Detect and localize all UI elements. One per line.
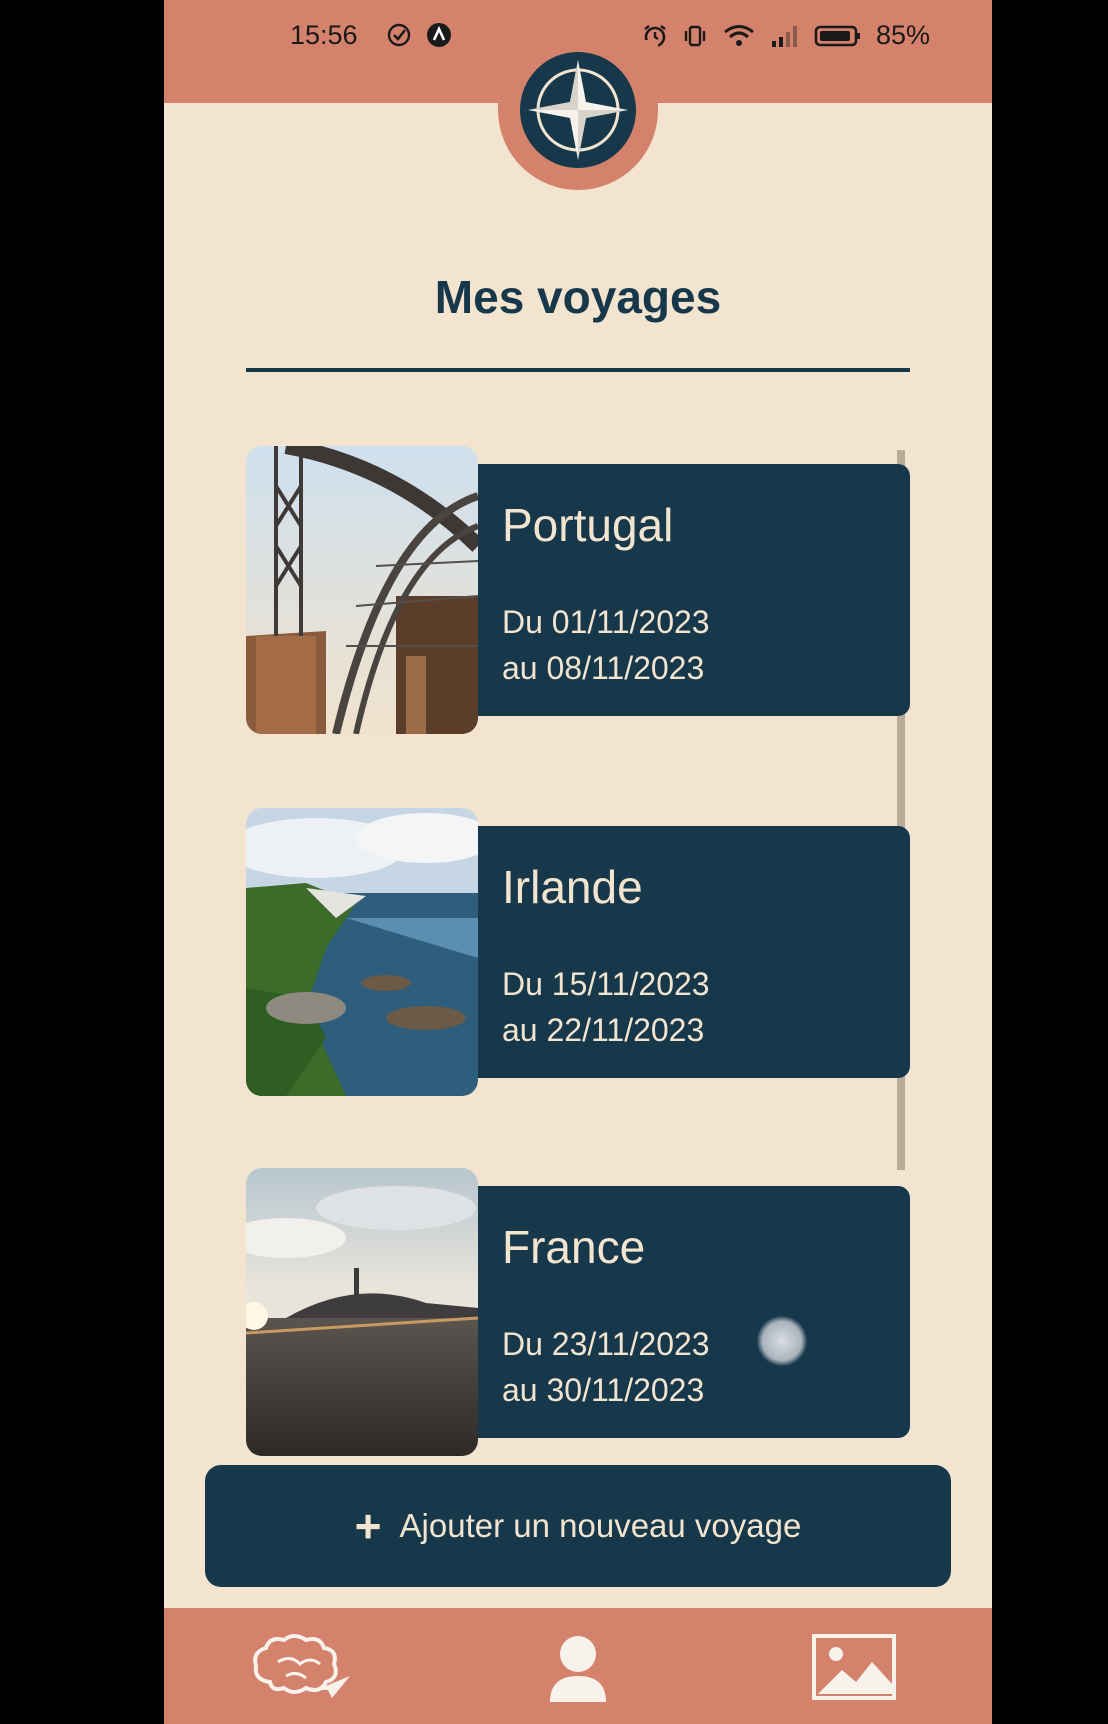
bridge-photo	[246, 446, 478, 734]
vibrate-icon	[684, 25, 706, 46]
title-divider	[246, 368, 910, 372]
battery-percent: 85%	[875, 20, 930, 50]
page-title: Mes voyages	[434, 271, 722, 323]
add-trip-button[interactable]: + Ajouter un nouveau voyage	[205, 1465, 951, 1587]
status-right-group: 85%	[642, 20, 930, 51]
check-circle-icon	[387, 23, 411, 47]
trip-name: France	[502, 1221, 646, 1273]
trip-start-date: Du 15/11/2023	[502, 966, 710, 1002]
compass-rose-icon	[520, 52, 636, 168]
trip-card-portugal[interactable]: Portugal Du 01/11/2023 au 08/11/2023	[246, 446, 910, 736]
a-app-icon	[427, 23, 451, 47]
brain-plane-icon[interactable]	[250, 1632, 354, 1702]
trip-end-date: au 08/11/2023	[502, 650, 705, 686]
signal-icon	[771, 25, 797, 47]
user-icon[interactable]	[548, 1634, 608, 1704]
wifi-icon	[724, 24, 754, 46]
trip-start-date: Du 01/11/2023	[502, 604, 710, 640]
logo-badge	[498, 40, 658, 190]
coast-photo	[246, 808, 478, 1096]
trip-end-date: au 22/11/2023	[502, 1012, 705, 1048]
touch-indicator	[757, 1316, 807, 1366]
bottom-nav	[164, 1608, 992, 1724]
plus-icon: +	[354, 1500, 382, 1552]
add-trip-label: Ajouter un nouveau voyage	[399, 1507, 802, 1544]
status-time: 15:56	[290, 20, 358, 50]
app-screen: 15:56 85% Mes voyages Portugal Du 01/11/…	[164, 0, 992, 1724]
image-icon[interactable]	[812, 1634, 896, 1700]
trip-end-date: au 30/11/2023	[502, 1372, 705, 1408]
trip-name: Irlande	[502, 861, 643, 913]
trip-card-irlande[interactable]: Irlande Du 15/11/2023 au 22/11/2023	[246, 808, 910, 1098]
trip-card-france[interactable]: France Du 23/11/2023 au 30/11/2023	[246, 1168, 910, 1458]
battery-icon	[814, 25, 860, 46]
trip-name: Portugal	[502, 499, 674, 551]
beach-photo	[246, 1168, 478, 1456]
trip-start-date: Du 23/11/2023	[502, 1326, 710, 1362]
